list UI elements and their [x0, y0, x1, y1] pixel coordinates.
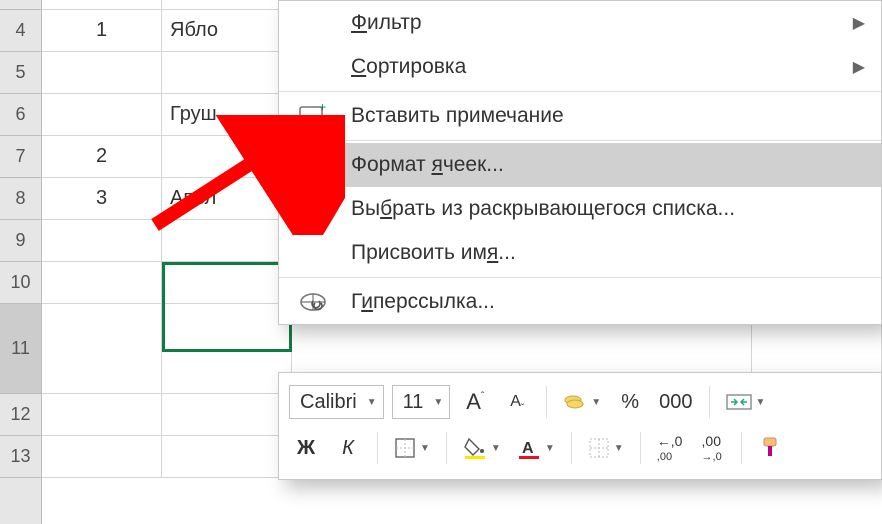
increase-font-button[interactable]: A ˆ: [458, 385, 492, 419]
decrease-decimal-icon: ,00→,0: [702, 434, 722, 463]
borders-grid-button[interactable]: ▼: [584, 431, 628, 465]
font-size-value: 11: [403, 391, 424, 414]
chevron-down-icon: ▼: [367, 397, 377, 408]
row-header[interactable]: 8: [0, 178, 41, 220]
menu-item-define-name[interactable]: Присвоить имя...: [279, 231, 881, 275]
borders-button[interactable]: ▼: [390, 431, 434, 465]
decrease-decimal-button[interactable]: ,00→,0: [695, 431, 729, 465]
chevron-down-icon: ▼: [420, 443, 430, 454]
chevron-down-icon: ▼: [545, 443, 555, 454]
menu-item-pick-from-list[interactable]: Выбрать из раскрывающегося списка...: [279, 187, 881, 231]
menu-separator: [279, 277, 881, 278]
chevron-down-icon: ▼: [491, 443, 501, 454]
cell[interactable]: 2: [42, 136, 162, 177]
menu-label: Присвоить имя...: [351, 241, 516, 265]
fill-color-icon: [463, 437, 487, 459]
row-header[interactable]: 12: [0, 394, 41, 436]
context-menu: Фильтр ▶ Сортировка ▶ + Вставить примеча…: [278, 0, 882, 325]
menu-label: Формат ячеек...: [351, 153, 504, 177]
font-color-button[interactable]: A ▼: [513, 431, 559, 465]
chevron-down-icon: ▼: [756, 397, 766, 408]
bold-icon: Ж: [297, 437, 315, 460]
font-size-combo[interactable]: 11 ▼: [392, 385, 451, 419]
chevron-down-icon: ▼: [614, 443, 624, 454]
cell[interactable]: Груш: [162, 94, 292, 135]
fill-color-button[interactable]: ▼: [459, 431, 505, 465]
row-header[interactable]: 5: [0, 52, 41, 94]
menu-item-hyperlink[interactable]: Гиперссылка...: [279, 280, 881, 324]
bold-button[interactable]: Ж: [289, 431, 323, 465]
row-header-column: 4 5 6 7 8 9 10 11 12 13: [0, 0, 42, 524]
format-painter-icon: [760, 436, 782, 460]
chevron-down-icon: ▼: [433, 397, 443, 408]
font-name-combo[interactable]: Calibri ▼: [289, 385, 384, 419]
increase-decimal-button[interactable]: ←,0,00: [653, 431, 687, 465]
menu-separator: [279, 91, 881, 92]
percent-format-button[interactable]: %: [613, 385, 647, 419]
merge-center-button[interactable]: ▼: [722, 385, 770, 419]
currency-icon: [563, 392, 587, 412]
hyperlink-icon: [297, 286, 329, 318]
row-header[interactable]: 10: [0, 262, 41, 304]
menu-item-format-cells[interactable]: Формат ячеек...: [279, 143, 881, 187]
menu-label: Гиперссылка...: [351, 290, 495, 314]
chevron-down-icon: ▼: [591, 397, 601, 408]
merge-icon: [726, 392, 752, 412]
menu-item-insert-comment[interactable]: + Вставить примечание: [279, 94, 881, 138]
grid-icon: [588, 437, 610, 459]
row-header[interactable]: 7: [0, 136, 41, 178]
format-painter-button[interactable]: [754, 431, 788, 465]
font-name-value: Calibri: [300, 391, 357, 414]
italic-icon: К: [342, 437, 354, 460]
cell[interactable]: Ябло: [162, 10, 292, 51]
decrease-font-button[interactable]: A ˇ: [500, 385, 534, 419]
cell[interactable]: Апел: [162, 178, 292, 219]
row-header[interactable]: 4: [0, 10, 41, 52]
row-header[interactable]: 6: [0, 94, 41, 136]
menu-item-filter[interactable]: Фильтр ▶: [279, 1, 881, 45]
row-header[interactable]: 11: [0, 304, 41, 394]
menu-item-sort[interactable]: Сортировка ▶: [279, 45, 881, 89]
row-header[interactable]: 9: [0, 220, 41, 262]
comma-format-button[interactable]: 000: [655, 385, 696, 419]
percent-icon: %: [621, 391, 639, 414]
chevron-right-icon: ▶: [853, 13, 865, 33]
chevron-right-icon: ▶: [853, 57, 865, 77]
cell[interactable]: 1: [42, 10, 162, 51]
menu-label: Выбрать из раскрывающегося списка...: [351, 197, 735, 221]
svg-text:A: A: [522, 440, 534, 457]
font-color-icon: A: [517, 437, 541, 459]
format-cells-icon: [297, 149, 329, 181]
menu-label: Вставить примечание: [351, 104, 564, 128]
menu-label: Сортировка: [351, 55, 466, 79]
cell[interactable]: 3: [42, 178, 162, 219]
comment-icon: +: [297, 100, 329, 132]
menu-label: Фильтр: [351, 11, 422, 35]
accounting-format-button[interactable]: ▼: [559, 385, 605, 419]
decrease-font-icon: A: [510, 393, 521, 411]
row-header[interactable]: 13: [0, 436, 41, 478]
svg-text:+: +: [319, 104, 326, 114]
thousands-icon: 000: [659, 391, 692, 414]
mini-toolbar: Calibri ▼ 11 ▼ A ˆ A ˇ ▼ % 000: [278, 372, 882, 480]
borders-icon: [394, 437, 416, 459]
menu-separator: [279, 140, 881, 141]
increase-decimal-icon: ←,0,00: [657, 434, 683, 463]
increase-font-icon: A: [466, 389, 481, 415]
italic-button[interactable]: К: [331, 431, 365, 465]
